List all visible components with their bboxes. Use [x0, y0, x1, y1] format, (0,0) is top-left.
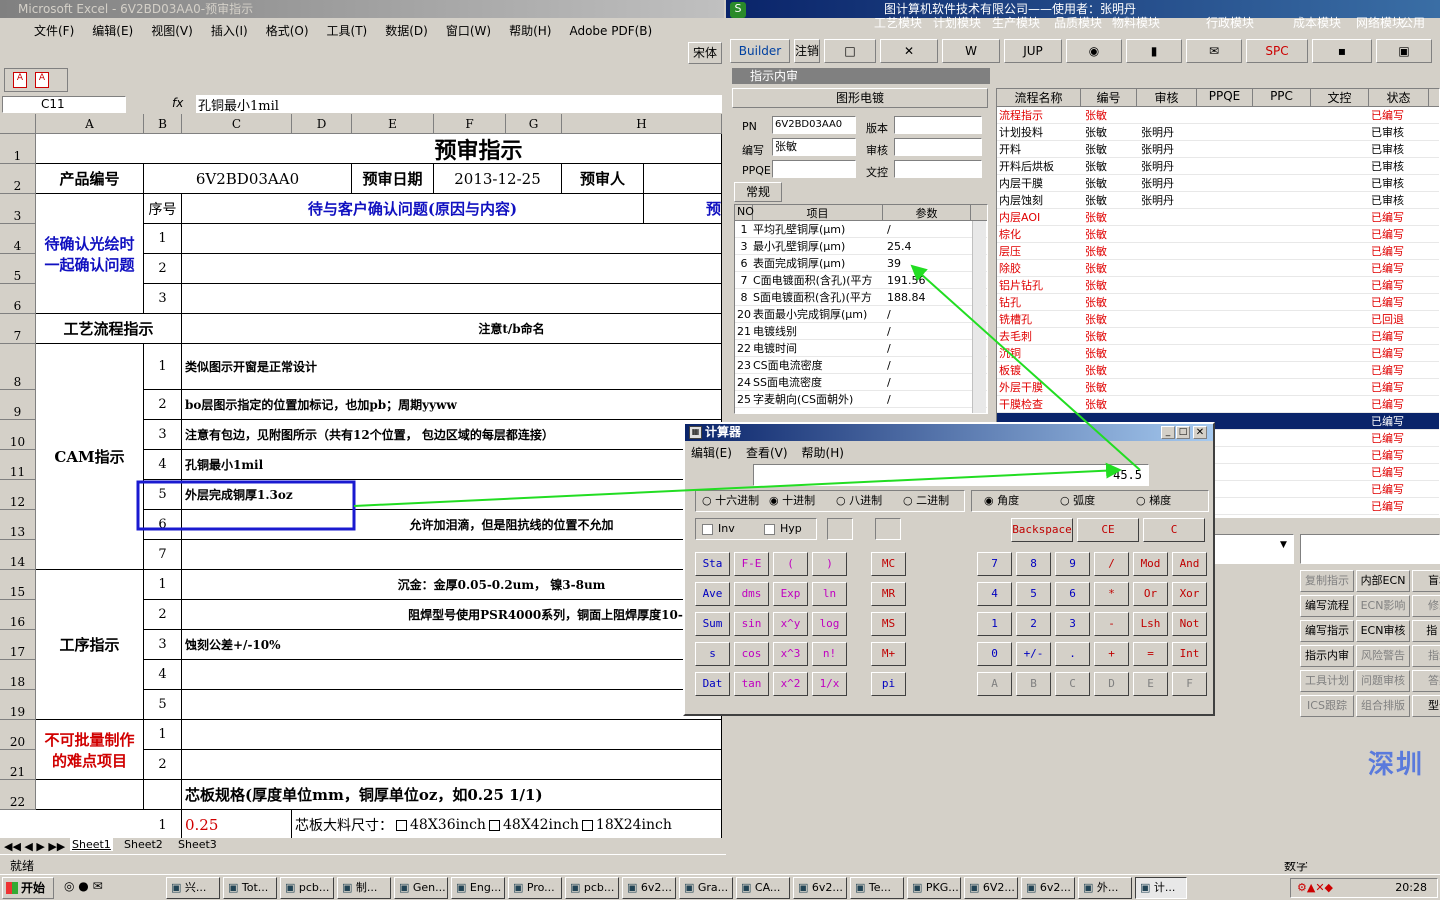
annotation-arrows	[136, 264, 1141, 531]
highlight-box	[136, 480, 356, 531]
app-icon: ▣	[741, 881, 755, 894]
app-icon: ▣	[1026, 881, 1040, 894]
taskbar-item[interactable]: ▣ Pro...	[508, 877, 562, 899]
app-icon: ▣	[285, 881, 299, 894]
taskbar-item[interactable]: ▣ Te...	[850, 877, 904, 899]
taskbar-item[interactable]: ▣ PKG...	[907, 877, 961, 899]
app-icon: ▣	[228, 881, 242, 894]
taskbar-item[interactable]: ▣ 6v2...	[1021, 877, 1075, 899]
app-icon: ▣	[513, 881, 527, 894]
taskbar-item[interactable]: ▣ 计...	[1135, 877, 1187, 899]
app-icon: ▣	[798, 881, 812, 894]
app-icon: ▣	[855, 881, 869, 894]
taskbar-item[interactable]: ▣ 制...	[337, 877, 391, 899]
app-icon: ▣	[627, 881, 641, 894]
taskbar-item[interactable]: ▣ 6v2...	[793, 877, 847, 899]
taskbar-item[interactable]: ▣ 外...	[1078, 877, 1132, 899]
taskbar-item[interactable]: ▣ CA...	[736, 877, 790, 899]
app-icon: ▣	[342, 881, 356, 894]
tray-icons: ⚙▲✕◆	[1297, 881, 1333, 894]
tray: ⚙▲✕◆ 20:28	[1290, 878, 1438, 898]
taskbar-item[interactable]: ▣ 6v2...	[622, 877, 676, 899]
app-icon: ▣	[684, 881, 698, 894]
taskbar-item[interactable]: ▣ Gen...	[394, 877, 448, 899]
app-icon: ▣	[1140, 881, 1154, 894]
taskbar-item[interactable]: ▣ Eng...	[451, 877, 505, 899]
app-icon: ▣	[969, 881, 983, 894]
app-icon: ▣	[570, 881, 584, 894]
taskbar-item[interactable]: ▣ Gra...	[679, 877, 733, 899]
taskbar-item[interactable]: ▣ 兴...	[166, 877, 220, 899]
taskbar: 开始 ◎ ● ✉ ⚙▲✕◆ 20:28 ▣ 兴... ▣ Tot... ▣ pcb.…	[0, 874, 1440, 900]
taskbar-item[interactable]: ▣ pcb...	[280, 877, 334, 899]
clock: 20:28	[1395, 881, 1427, 894]
taskbar-item[interactable]: ▣ 6V2...	[964, 877, 1018, 899]
app-icon: ▣	[1083, 881, 1097, 894]
arrow-to-calc	[353, 462, 1122, 507]
app-icon: ▣	[171, 881, 185, 894]
app-icon: ▣	[912, 881, 926, 894]
arrow-to-param	[910, 264, 1141, 471]
quicklaunch: ◎ ● ✉	[64, 879, 103, 893]
taskbar-item[interactable]: ▣ Tot...	[223, 877, 277, 899]
windows-logo-icon	[6, 882, 18, 894]
taskbar-item[interactable]: ▣ pcb...	[565, 877, 619, 899]
app-icon: ▣	[399, 881, 413, 894]
app-icon: ▣	[456, 881, 470, 894]
